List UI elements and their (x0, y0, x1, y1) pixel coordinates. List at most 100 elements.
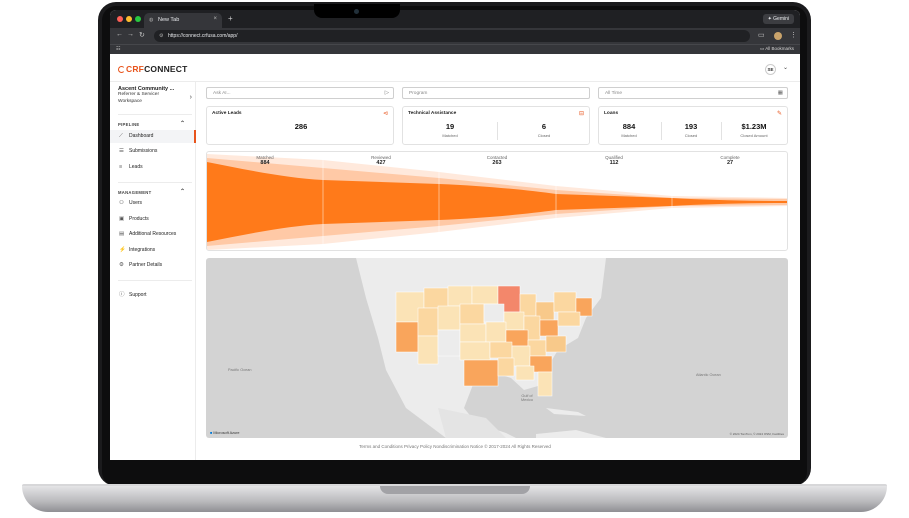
funnel-stage-matched[interactable]: Matched 884 (207, 155, 323, 166)
stage-value: 112 (609, 160, 619, 166)
close-tab-icon[interactable]: × (213, 16, 217, 22)
forward-icon[interactable]: → (127, 31, 134, 38)
management-section[interactable]: MANAGEMENT ⌃ (118, 189, 185, 195)
sidebar-item-label: Support (129, 292, 147, 298)
send-icon[interactable]: ▷ (385, 88, 389, 99)
list-icon: ☰ (119, 148, 124, 154)
stage-value: 884 (260, 160, 270, 166)
sidebar-item-label: Products (129, 216, 149, 222)
program-select[interactable]: Program (402, 87, 590, 99)
browser-toolbar: ← → ↻ ⚙ https://connect.crfusa.com/app/ … (110, 28, 800, 44)
loans-matched-label: Matched (621, 133, 637, 138)
divider (661, 122, 662, 140)
management-label: MANAGEMENT (118, 190, 152, 195)
money-icon: ✎ (776, 111, 782, 117)
sidebar-item-label: Dashboard (129, 133, 154, 139)
stage-value: 27 (726, 160, 734, 166)
sidebar-item-products[interactable]: ▣ Products (110, 213, 196, 226)
sidebar-item-leads[interactable]: ≡ Leads (110, 161, 196, 174)
app-header: CRFCONNECT SE ⌄ (110, 54, 800, 82)
chevron-right-icon: › (189, 94, 192, 101)
sidebar-item-label: Leads (129, 164, 143, 170)
workspace-switcher[interactable]: Ascent Community ... Referrer & Servicer… (118, 86, 192, 105)
sidebar-item-support[interactable]: ⓘ Support (110, 289, 196, 302)
sidebar-item-integrations[interactable]: ⚡ Integrations (110, 244, 196, 257)
new-tab-icon[interactable]: + (228, 14, 233, 23)
profile-icon[interactable] (774, 32, 782, 40)
camera-notch (314, 4, 400, 18)
loans-card[interactable]: Loans ✎ 884 Matched 193 Closed $1.23M Cl… (598, 106, 788, 145)
apps-icon[interactable]: ☷ (116, 46, 120, 52)
address-bar[interactable]: ⚙ https://connect.crfusa.com/app/ (154, 30, 750, 42)
technical-assistance-card[interactable]: Technical Assistance ⊟ 19 Matched 6 Clos… (402, 106, 590, 145)
ta-closed-label: Closed (537, 133, 551, 138)
book-icon: ▤ (119, 231, 125, 237)
all-bookmarks[interactable]: ▭ All Bookmarks (760, 46, 794, 52)
funnel-graphic (207, 152, 787, 250)
brand-crf: CRF (126, 64, 145, 74)
funnel-stage-complete[interactable]: Complete 27 (672, 155, 787, 166)
sidebar-item-dashboard[interactable]: ⟋ Dashboard (110, 130, 196, 143)
loans-amount-label: Closed Amount (740, 133, 768, 138)
close-window-icon[interactable] (117, 16, 123, 22)
divider (118, 114, 192, 115)
loans-matched-value: 884 (622, 122, 636, 131)
crf-connect-logo[interactable]: CRFCONNECT (118, 64, 188, 74)
brand-connect: CONNECT (144, 64, 188, 74)
laptop-groove (380, 486, 530, 494)
leads-map[interactable]: Pacific Ocean Atlantic Ocean Gulf of Mex… (206, 258, 788, 438)
divider (118, 182, 192, 183)
back-icon[interactable]: ← (116, 31, 123, 38)
calendar-icon: ▦ (777, 90, 783, 96)
plug-icon: ⚡ (119, 247, 126, 253)
help-icon: ⓘ (119, 292, 125, 298)
bookmarks-label: All Bookmarks (765, 46, 794, 51)
chevron-down-icon[interactable]: ⌄ (783, 64, 788, 71)
ta-matched-label: Matched (442, 133, 458, 138)
active-leads-card[interactable]: Active Leads ⊲ 286 (206, 106, 394, 145)
sidebar-item-partner-details[interactable]: ⚙ Partner Details (110, 259, 196, 272)
sidebar-item-additional-resources[interactable]: ▤ Additional Resources (110, 228, 196, 241)
divider (721, 122, 722, 140)
sidebar: Ascent Community ... Referrer & Servicer… (110, 82, 196, 460)
pipeline-section[interactable]: PIPELINE ⌃ (118, 121, 185, 127)
gemini-button[interactable]: ✦ Gemini (762, 14, 794, 24)
avatar[interactable]: SE (765, 64, 776, 75)
page-footer: Terms and Conditions Privacy Policy Nond… (359, 444, 551, 449)
program-placeholder: Program (409, 91, 428, 96)
loans-closed-label: Closed (684, 133, 698, 138)
browser-tab[interactable]: ◍ New Tab × (144, 13, 222, 28)
pipeline-label: PIPELINE (118, 122, 140, 127)
funnel-stage-qualified[interactable]: Qualified 112 (556, 155, 672, 166)
ask-ai-input[interactable]: Ask AI... ▷ (206, 87, 394, 99)
box-icon: ▣ (119, 216, 125, 222)
sidebar-item-label: Additional Resources (129, 231, 177, 237)
tab-title: New Tab (158, 17, 180, 23)
screen: ◍ New Tab × + ✦ Gemini ← → ↻ ⚙ https://c… (110, 10, 800, 460)
chevron-up-icon: ⌃ (180, 121, 186, 127)
sidebar-item-label: Users (129, 200, 143, 206)
reload-icon[interactable]: ↻ (139, 31, 145, 39)
chevron-up-icon: ⌃ (180, 189, 186, 195)
users-icon: ⚇ (119, 200, 124, 206)
sidebar-item-label: Submissions (129, 148, 158, 154)
cast-icon[interactable]: ▭ (758, 31, 765, 39)
time-range-select[interactable]: All Time ▦ (598, 87, 788, 99)
minimize-window-icon[interactable] (126, 16, 132, 22)
funnel-stage-contacted[interactable]: Contacted 263 (439, 155, 555, 166)
app: CRFCONNECT SE ⌄ Ascent Community ... Ref… (110, 54, 800, 460)
active-leads-value: 286 (294, 122, 308, 131)
browser-tab-bar: ◍ New Tab × + ✦ Gemini (110, 10, 800, 28)
loans-amount-value: $1.23M (741, 122, 767, 131)
sidebar-item-label: Partner Details (129, 262, 163, 268)
chart-icon: ⟋ (119, 133, 123, 139)
menu-icon[interactable]: ⋮ (790, 31, 797, 39)
maximize-window-icon[interactable] (135, 16, 141, 22)
sidebar-item-submissions[interactable]: ☰ Submissions (110, 145, 196, 158)
card-title: Active Leads (212, 111, 242, 116)
site-info-icon: ⚙ (159, 33, 164, 39)
sidebar-item-users[interactable]: ⚇ Users (110, 197, 196, 210)
funnel-stage-reviewed[interactable]: Reviewed 427 (323, 155, 439, 166)
globe-icon: ◍ (149, 17, 154, 23)
address-url: https://connect.crfusa.com/app/ (168, 33, 238, 39)
